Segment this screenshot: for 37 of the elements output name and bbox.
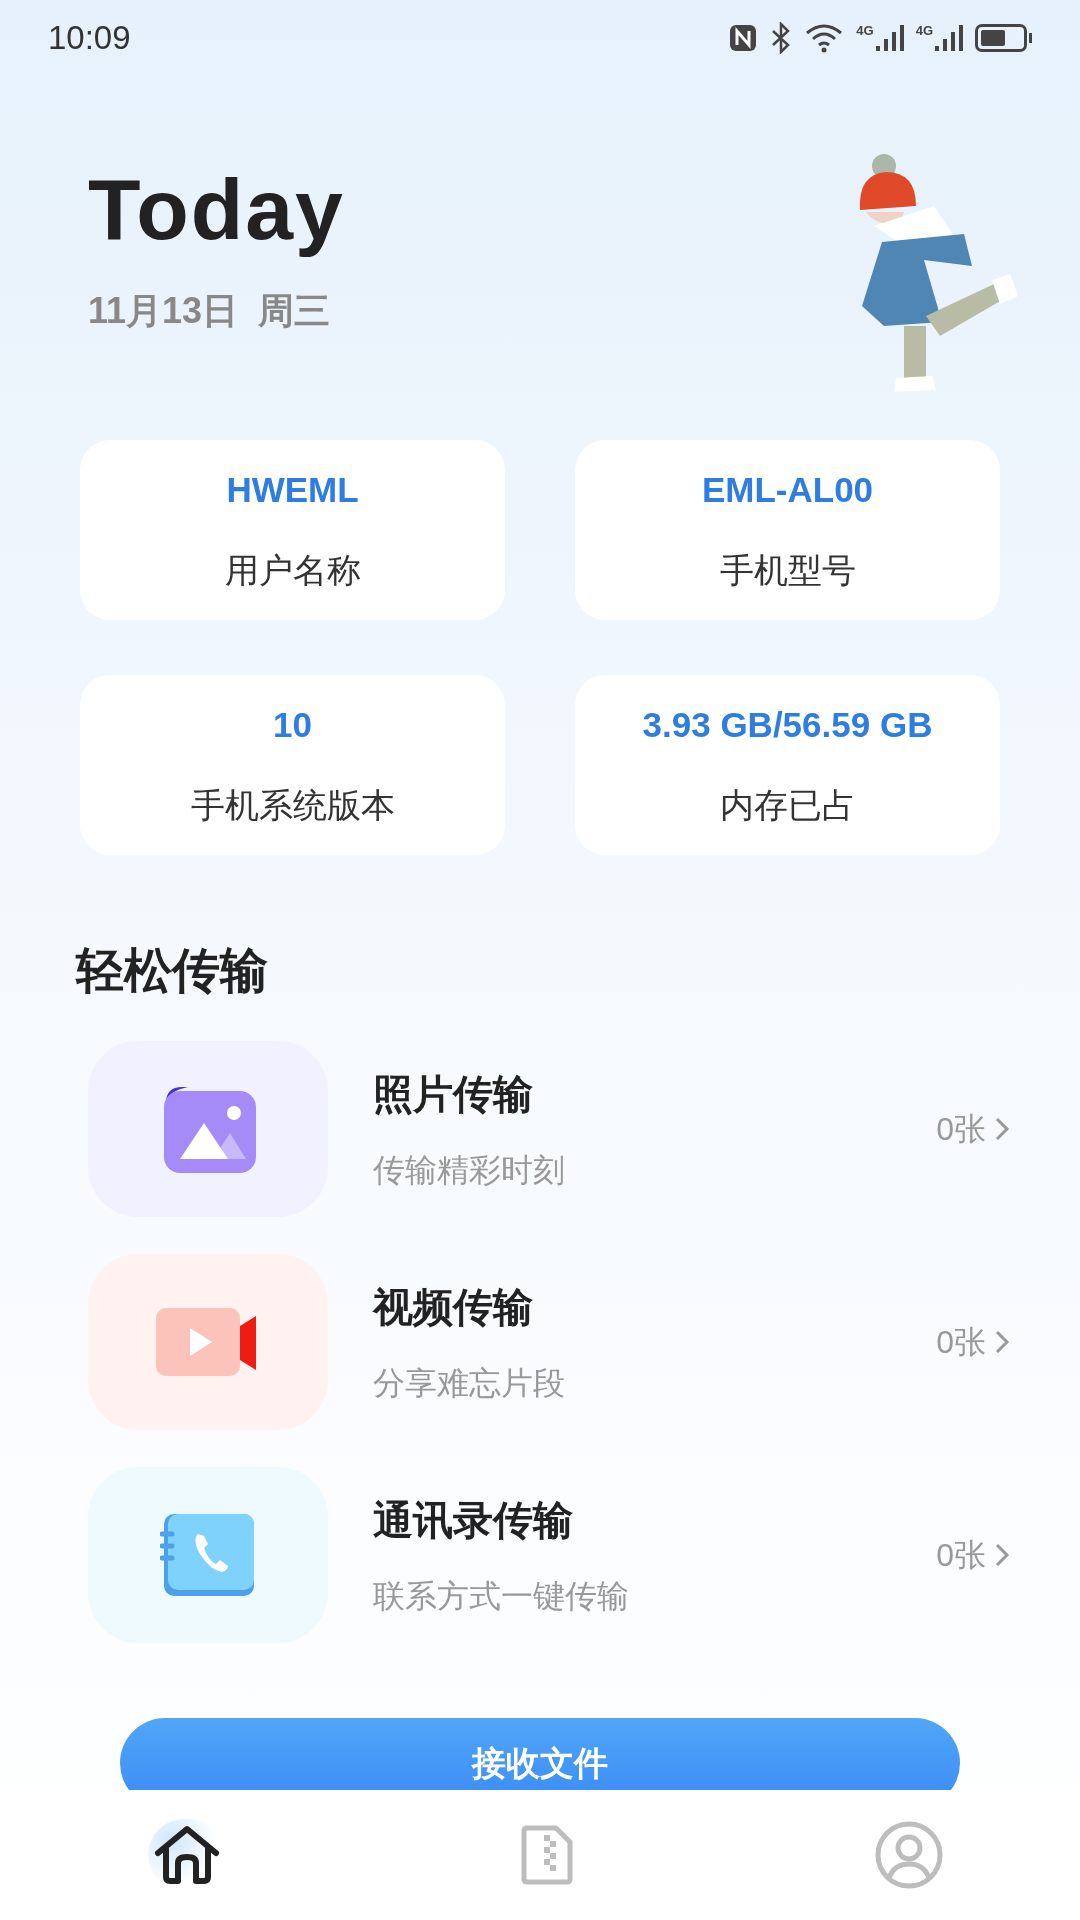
status-time: 10:09 [48,18,131,59]
chevron-right-icon [994,1116,1010,1142]
date-text: 11月13日 周三 [88,288,332,333]
transfer-subtitle: 传输精彩时刻 [373,1151,566,1190]
battery-icon [975,24,1027,52]
home-icon [154,1825,220,1885]
info-label: 手机系统版本 [190,784,395,826]
section-title: 轻松传输 [76,943,269,999]
transfer-title: 视频传输 [373,1284,534,1331]
zip-file-icon [520,1825,574,1885]
network-type-label: 4G [856,24,874,37]
transfer-title: 通讯录传输 [373,1497,574,1544]
transfer-subtitle: 分享难忘片段 [373,1364,566,1403]
info-label: 内存已占 [719,784,856,826]
info-value: 10 [273,704,312,747]
transfer-row[interactable]: 照片传输 传输精彩时刻 0张 [88,1041,1010,1217]
signal-icon [873,24,904,52]
transfer-row[interactable]: 通讯录传输 联系方式一键传输 0张 [88,1467,1010,1643]
profile-icon [874,1820,944,1890]
chevron-right-icon [994,1542,1010,1568]
item-count: 0张 [936,1323,986,1362]
transfer-row[interactable]: 视频传输 分享难忘片段 0张 [88,1254,1010,1430]
nfc-icon [728,23,759,53]
chevron-right-icon [994,1329,1010,1355]
info-value: EML-AL00 [701,469,874,512]
network-type-label: 4G [915,24,933,37]
item-count: 0张 [936,1536,986,1575]
item-count: 0张 [936,1110,986,1149]
transfer-subtitle: 联系方式一键传输 [373,1577,630,1616]
info-label: 手机型号 [719,549,856,591]
info-value: HWEML [226,469,359,512]
signal-icon [933,24,963,52]
phone-book-icon [160,1514,256,1596]
info-label: 用户名称 [224,549,361,591]
page-title: Today [88,160,345,259]
info-value: 3.93 GB/56.59 GB [642,704,933,747]
transfer-title: 照片传输 [373,1071,534,1118]
